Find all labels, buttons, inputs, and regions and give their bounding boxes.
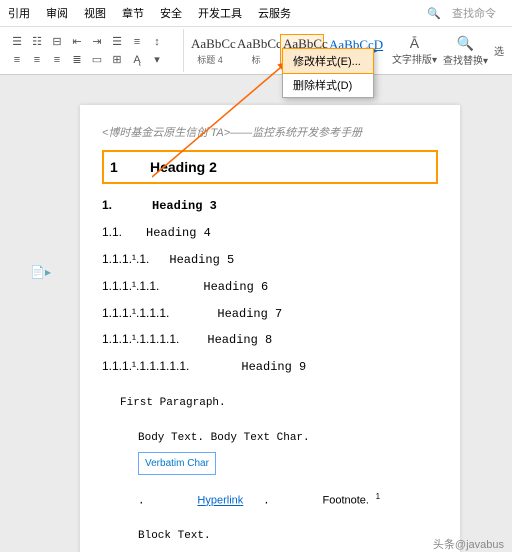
heading-line[interactable]: 1.1.1.¹.1.1.1.1.Heading 8 [102, 328, 438, 352]
justify-icon[interactable]: ≡ [128, 34, 146, 50]
watermark: 头条@javabus [433, 536, 504, 552]
document-area: 📄▸ <博时基金云原生信创 TA>——监控系统开发参考手册 1 Heading … [0, 75, 512, 552]
document-page[interactable]: <博时基金云原生信创 TA>——监控系统开发参考手册 1 Heading 2 1… [80, 105, 460, 552]
heading-line[interactable]: 1.1.1.¹.1.Heading 5 [102, 248, 438, 272]
find-replace-button[interactable]: 🔍查找替换▾ [443, 35, 488, 67]
heading-line[interactable]: 1.1.1.¹.1.1.Heading 6 [102, 275, 438, 299]
heading-line[interactable]: 1.Heading 3 [102, 194, 438, 218]
search-icon: 🔍 [443, 35, 488, 52]
text-layout-icon: Ā [392, 35, 437, 51]
page-header: <博时基金云原生信创 TA>——监控系统开发参考手册 [102, 123, 438, 144]
indent-left-icon[interactable]: ⇤ [68, 34, 86, 50]
menu-item[interactable]: 开发工具 [190, 2, 250, 24]
select-button[interactable]: 选 [494, 43, 504, 58]
first-paragraph[interactable]: First Paragraph. [120, 393, 438, 414]
multilevel-list-icon[interactable]: ⊟ [48, 34, 66, 50]
heading-line[interactable]: 1.1.Heading 4 [102, 221, 438, 245]
command-search[interactable]: 🔍 查找命令 [419, 2, 512, 24]
style-context-menu: 修改样式(E)... 删除样式(D) [282, 48, 374, 98]
heading-line[interactable]: 1.1.1.¹.1.1.1.Heading 7 [102, 302, 438, 326]
delete-style-item[interactable]: 删除样式(D) [283, 73, 373, 97]
distribute-icon[interactable]: ≣ [68, 52, 86, 68]
verbatim-char[interactable]: Verbatim Char [138, 452, 216, 475]
style-item[interactable]: AaBbCc 标题 4 [188, 34, 232, 68]
paragraph-group: ☰ ☷ ⊟ ⇤ ⇥ ☰ ≡ ↕ ≡ ≡ ≡ ≣ ▭ ⊞ Ą ▾ [4, 29, 184, 72]
number-list-icon[interactable]: ☷ [28, 34, 46, 50]
comment-icon[interactable]: 📄▸ [30, 265, 51, 279]
style-item[interactable]: AaBbCc 标 [234, 34, 278, 68]
heading-line[interactable]: 1.1.1.¹.1.1.1.1.1.Heading 9 [102, 355, 438, 379]
indent-right-icon[interactable]: ⇥ [88, 34, 106, 50]
heading-2-box[interactable]: 1 Heading 2 [102, 150, 438, 185]
ribbon-toolbar: ☰ ☷ ⊟ ⇤ ⇥ ☰ ≡ ↕ ≡ ≡ ≡ ≣ ▭ ⊞ Ą ▾ AaBbCc 标… [0, 27, 512, 75]
menu-item[interactable]: 引用 [0, 2, 38, 24]
align-center-icon[interactable]: ≡ [28, 52, 46, 68]
text-layout-button[interactable]: Ā文字排版▾ [392, 35, 437, 66]
border-icon[interactable]: ⊞ [108, 52, 126, 68]
sort-icon[interactable]: ▾ [148, 52, 166, 68]
align-icon[interactable]: ☰ [108, 34, 126, 50]
body-text[interactable]: Body Text. Body Text Char. [138, 428, 438, 449]
menu-item[interactable]: 章节 [114, 2, 152, 24]
menu-item[interactable]: 视图 [76, 2, 114, 24]
shading-icon[interactable]: ▭ [88, 52, 106, 68]
align-right-icon[interactable]: ≡ [48, 52, 66, 68]
hyperlink-line[interactable]: . Hyperlink . Footnote. 1 [138, 489, 438, 513]
menu-bar: 引用 审阅 视图 章节 安全 开发工具 云服务 🔍 查找命令 [0, 0, 512, 27]
right-tools: Ā文字排版▾ 🔍查找替换▾ 选 [388, 35, 508, 67]
bullet-list-icon[interactable]: ☰ [8, 34, 26, 50]
line-spacing-icon[interactable]: ↕ [148, 34, 166, 50]
modify-style-item[interactable]: 修改样式(E)... [282, 48, 374, 74]
menu-item[interactable]: 安全 [152, 2, 190, 24]
align-left-icon[interactable]: ≡ [8, 52, 26, 68]
menu-item[interactable]: 审阅 [38, 2, 76, 24]
block-text[interactable]: Block Text. [138, 526, 438, 547]
tab-icon[interactable]: Ą [128, 52, 146, 68]
menu-item[interactable]: 云服务 [250, 2, 299, 24]
